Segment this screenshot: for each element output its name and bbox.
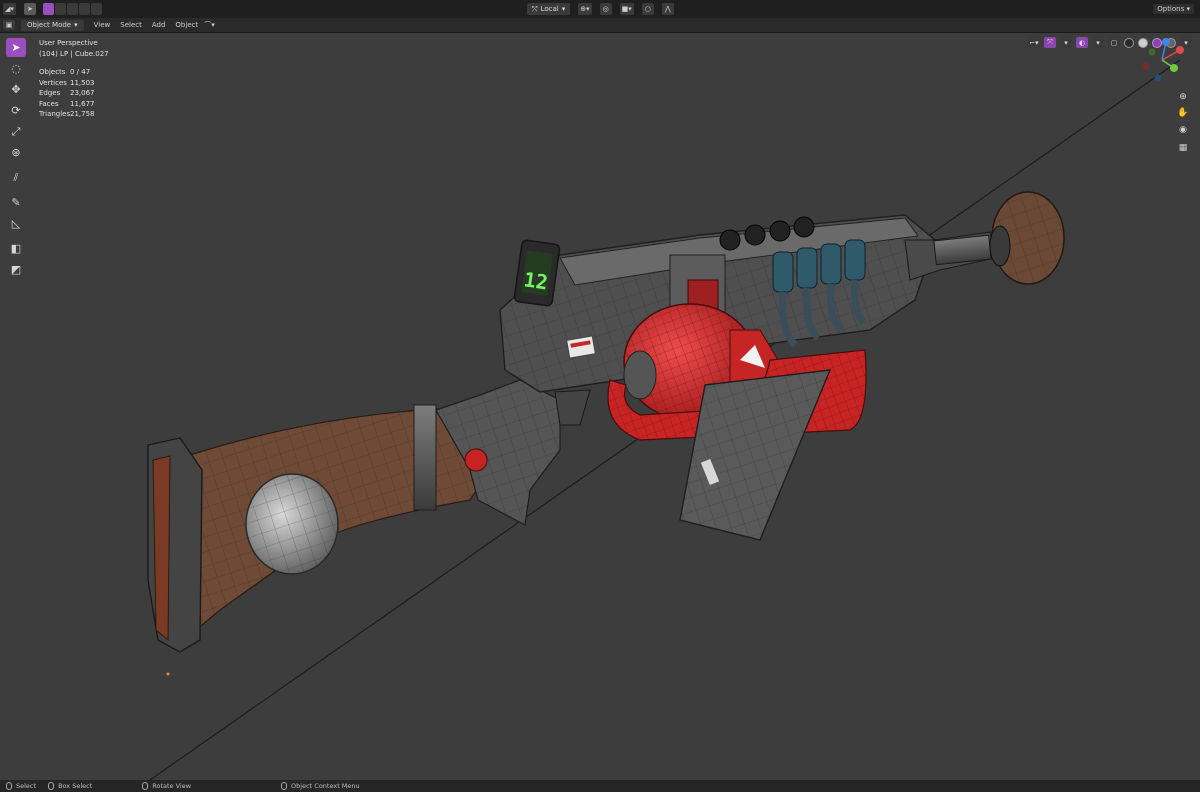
snap-toggle-button[interactable]: ◎ — [599, 3, 612, 15]
menu-select[interactable]: Select — [120, 21, 142, 29]
status-label: Object Context Menu — [291, 782, 360, 790]
y-axis-handle[interactable] — [1170, 64, 1178, 72]
neg-z-axis-handle[interactable] — [1154, 74, 1162, 82]
menu-view[interactable]: View — [94, 21, 111, 29]
mouse-left-icon — [6, 782, 12, 790]
stat-label: Edges — [39, 89, 61, 97]
orientation-icon: ⤲ — [532, 4, 538, 13]
select-difference-button[interactable] — [78, 3, 90, 15]
select-extend-button[interactable] — [54, 3, 66, 15]
red-badge — [464, 448, 488, 472]
extrude-icon[interactable]: ◩ — [6, 260, 26, 279]
neg-y-axis-handle[interactable] — [1148, 48, 1156, 56]
tool-shelf: ➤ ◌ ✥ ⟳ ⤢ ⊛ ⫽ ✎ ◺ ◧ ◩ — [5, 38, 27, 281]
counter-digits: 12 — [522, 267, 549, 294]
status-label: Select — [16, 782, 37, 790]
select-mode-group — [42, 3, 102, 15]
stat-value: 21,758 — [70, 110, 95, 118]
chevron-down-icon: ▾ — [561, 5, 566, 13]
chevron-down-icon: ▾ — [1186, 5, 1190, 13]
navigation-gizmo[interactable] — [1132, 36, 1192, 86]
status-bar: Select Box Select Rotate View Object Con… — [0, 780, 1200, 792]
status-select: Select — [6, 782, 36, 790]
gesture-icon[interactable]: ⌒▾ — [204, 20, 215, 30]
stat-label: Vertices — [39, 78, 67, 87]
select-subtract-button[interactable] — [66, 3, 78, 15]
menu-object[interactable]: Object — [175, 21, 198, 29]
orientation-label: Local — [540, 5, 559, 13]
menu-add[interactable]: Add — [152, 21, 166, 29]
camera-icon[interactable]: ◉ — [1176, 123, 1190, 137]
status-context-menu: Object Context Menu — [281, 782, 360, 790]
cursor-icon[interactable]: ◌ — [6, 59, 26, 78]
add-cube-icon[interactable]: ◧ — [6, 239, 26, 258]
trigger — [554, 389, 591, 426]
scene-statistics: Objects 0 / 47 Vertices 11,503 Edges 23,… — [39, 67, 109, 120]
status-rotate-view: Rotate View — [142, 782, 191, 790]
select-tool-button[interactable]: ➤ — [23, 3, 36, 15]
stat-value: 23,067 — [70, 89, 95, 97]
scale-icon[interactable]: ⤢ — [6, 122, 26, 141]
pivot-point-button[interactable]: ⊕▾ — [578, 3, 592, 15]
stat-row-vertices: Vertices 11,503 — [39, 78, 109, 89]
stat-row-objects: Objects 0 / 47 — [39, 67, 109, 78]
viewport-info-overlay: User Perspective (104) LP | Cube.027 Obj… — [39, 38, 109, 120]
measure-icon[interactable]: ◺ — [6, 214, 26, 233]
perspective-grid-icon[interactable]: ▦ — [1176, 141, 1190, 155]
stat-value: 0 / 47 — [70, 68, 91, 76]
grip-collar — [413, 404, 437, 511]
stat-label: Triangles — [39, 110, 71, 118]
stat-row-triangles: Triangles 21,758 — [39, 109, 109, 120]
stat-label: Faces — [39, 99, 59, 108]
pan-hand-icon[interactable]: ✋ — [1176, 106, 1190, 120]
transform-icon[interactable]: ⊛ — [6, 143, 26, 162]
stat-value: 11,677 — [70, 99, 95, 108]
options-dropdown[interactable]: Options ▾ — [1153, 4, 1194, 14]
proportional-editing-button[interactable]: ○ — [641, 3, 654, 15]
options-label: Options — [1157, 5, 1185, 13]
status-box-select: Box Select — [48, 782, 92, 790]
transform-orientation-dropdown[interactable]: ⤲ Local ▾ — [527, 3, 571, 15]
select-new-button[interactable] — [42, 3, 54, 15]
viewport-header: ▣ Object Mode ▾ View Select Add Object ⌒… — [0, 18, 1200, 48]
active-object-name: (104) LP | Cube.027 — [39, 49, 109, 58]
move-icon[interactable]: ✥ — [6, 80, 26, 99]
stat-row-edges: Edges 23,067 — [39, 88, 109, 99]
editor-type-button[interactable]: ◢▾ — [3, 3, 16, 15]
ammo-counter: 12 — [513, 239, 561, 307]
3d-viewport-icon[interactable]: ▣ — [3, 20, 15, 30]
neg-x-axis-handle[interactable] — [1142, 62, 1150, 70]
status-label: Box Select — [58, 782, 93, 790]
snap-target-button[interactable]: ■▾ — [619, 3, 634, 15]
stat-label: Objects — [39, 68, 66, 76]
zoom-icon[interactable]: ⊕ — [1176, 90, 1190, 104]
mode-label: Object Mode — [27, 21, 72, 29]
origin-point — [166, 672, 170, 676]
status-label: Rotate View — [152, 782, 192, 790]
blaster-model[interactable]: 12 — [147, 191, 1065, 653]
viewport-scene[interactable]: 12 — [0, 32, 1200, 780]
stat-row-faces: Faces 11,677 — [39, 99, 109, 110]
mouse-drag-icon — [48, 782, 55, 790]
stat-value: 11,503 — [70, 78, 95, 87]
select-box-icon[interactable]: ➤ — [6, 38, 26, 57]
top-header: ◢▾ ➤ ⤲ Local ▾ ⊕▾ ◎ ■▾ ○ ⋀ Options ▾ — [0, 0, 1200, 18]
select-intersect-button[interactable] — [90, 3, 102, 15]
z-axis-handle[interactable] — [1162, 38, 1170, 46]
falloff-button[interactable]: ⋀ — [661, 3, 674, 15]
x-axis-handle[interactable] — [1176, 46, 1184, 54]
mode-dropdown[interactable]: Object Mode ▾ — [21, 19, 84, 31]
view-name: User Perspective — [39, 39, 98, 47]
draw-icon[interactable]: ✎ — [6, 193, 26, 212]
rotate-icon[interactable]: ⟳ — [6, 101, 26, 120]
mouse-right-icon — [281, 782, 288, 790]
annotate-icon[interactable]: ⫽ — [6, 168, 26, 187]
chevron-down-icon: ▾ — [74, 21, 78, 29]
mouse-middle-icon — [142, 782, 149, 790]
transform-controls: ⤲ Local ▾ ⊕▾ ◎ ■▾ ○ ⋀ — [527, 3, 674, 15]
